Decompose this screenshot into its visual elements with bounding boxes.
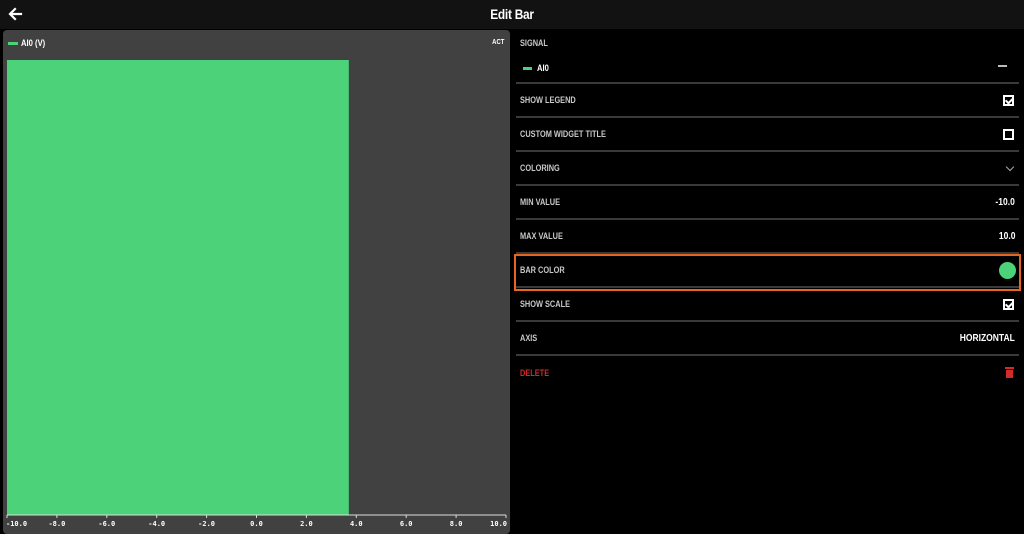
signal-item[interactable]: AI0 xyxy=(523,63,551,73)
signal-swatch xyxy=(523,66,532,70)
x-tick-label: 6.0 xyxy=(400,520,413,528)
bar-chart: -10.0 -8.0 -6.0 -4.0 -2.0 0.0 2.0 4.0 6.0 8.0 10.0 xyxy=(6,60,507,528)
min-value-row[interactable]: MIN VALUE -10.0 xyxy=(516,186,1019,220)
axis-row[interactable]: AXIS HORIZONTAL xyxy=(516,322,1019,356)
legend-label: AI0 (V) xyxy=(21,38,46,48)
chart-legend: AI0 (V) xyxy=(8,38,50,48)
chart-panel: -10.0 -8.0 -6.0 -4.0 -2.0 0.0 2.0 4.0 6.0 8.0 10.0… xyxy=(3,30,510,534)
show-legend-checkbox[interactable] xyxy=(1003,94,1014,106)
show-legend-row[interactable]: SHOW LEGEND xyxy=(516,84,1019,118)
min-value-label: MIN VALUE xyxy=(520,197,561,207)
x-tick-label: -2.0 xyxy=(198,520,215,528)
settings-panel: SIGNAL AI0 SHOW LEGEND CUSTOM WIDGET TIT… xyxy=(514,29,1021,534)
axis-label: AXIS xyxy=(520,333,538,343)
x-tick-label: 2.0 xyxy=(300,520,313,528)
x-tick-label: -8.0 xyxy=(48,520,65,528)
arrow-left-icon[interactable] xyxy=(6,4,26,24)
x-tick-label: 0.0 xyxy=(250,520,263,528)
axis-value[interactable]: HORIZONTAL xyxy=(960,333,1015,344)
delete-label[interactable]: DELETE xyxy=(520,368,549,378)
top-bar: Edit Bar xyxy=(0,0,1024,29)
coloring-label: COLORING xyxy=(520,163,560,173)
custom-title-row[interactable]: CUSTOM WIDGET TITLE xyxy=(516,118,1019,152)
x-tick-label: -10.0 xyxy=(6,520,27,528)
signal-row: SIGNAL AI0 xyxy=(516,29,1019,84)
remove-signal-icon[interactable] xyxy=(998,65,1007,67)
bar-value xyxy=(7,60,349,515)
show-scale-row[interactable]: SHOW SCALE xyxy=(516,288,1019,322)
show-scale-label: SHOW SCALE xyxy=(520,299,571,309)
chevron-down-icon[interactable] xyxy=(1005,162,1015,171)
bar-color-highlight xyxy=(514,254,1021,291)
x-tick-label: 8.0 xyxy=(450,520,463,528)
act-label: ACT xyxy=(491,39,504,46)
coloring-row[interactable]: COLORING xyxy=(516,152,1019,186)
x-tick-label: 10.0 xyxy=(490,520,507,528)
custom-title-checkbox[interactable] xyxy=(1003,128,1014,140)
x-tick-label: -6.0 xyxy=(98,520,115,528)
max-value-label: MAX VALUE xyxy=(520,231,563,241)
show-legend-label: SHOW LEGEND xyxy=(520,95,576,105)
signal-header: SIGNAL xyxy=(520,38,548,48)
legend-swatch xyxy=(8,41,18,45)
max-value-row[interactable]: MAX VALUE 10.0 xyxy=(516,220,1019,254)
max-value[interactable]: 10.0 xyxy=(998,231,1015,242)
signal-name: AI0 xyxy=(537,63,549,73)
delete-row[interactable]: DELETE xyxy=(516,356,1019,390)
show-scale-checkbox[interactable] xyxy=(1003,298,1014,310)
custom-title-label: CUSTOM WIDGET TITLE xyxy=(520,129,606,139)
x-tick-label: 4.0 xyxy=(350,520,363,528)
trash-icon[interactable] xyxy=(1005,366,1014,378)
page-title: Edit Bar xyxy=(490,6,534,22)
min-value[interactable]: -10.0 xyxy=(996,197,1015,208)
x-tick-label: -4.0 xyxy=(148,520,165,528)
